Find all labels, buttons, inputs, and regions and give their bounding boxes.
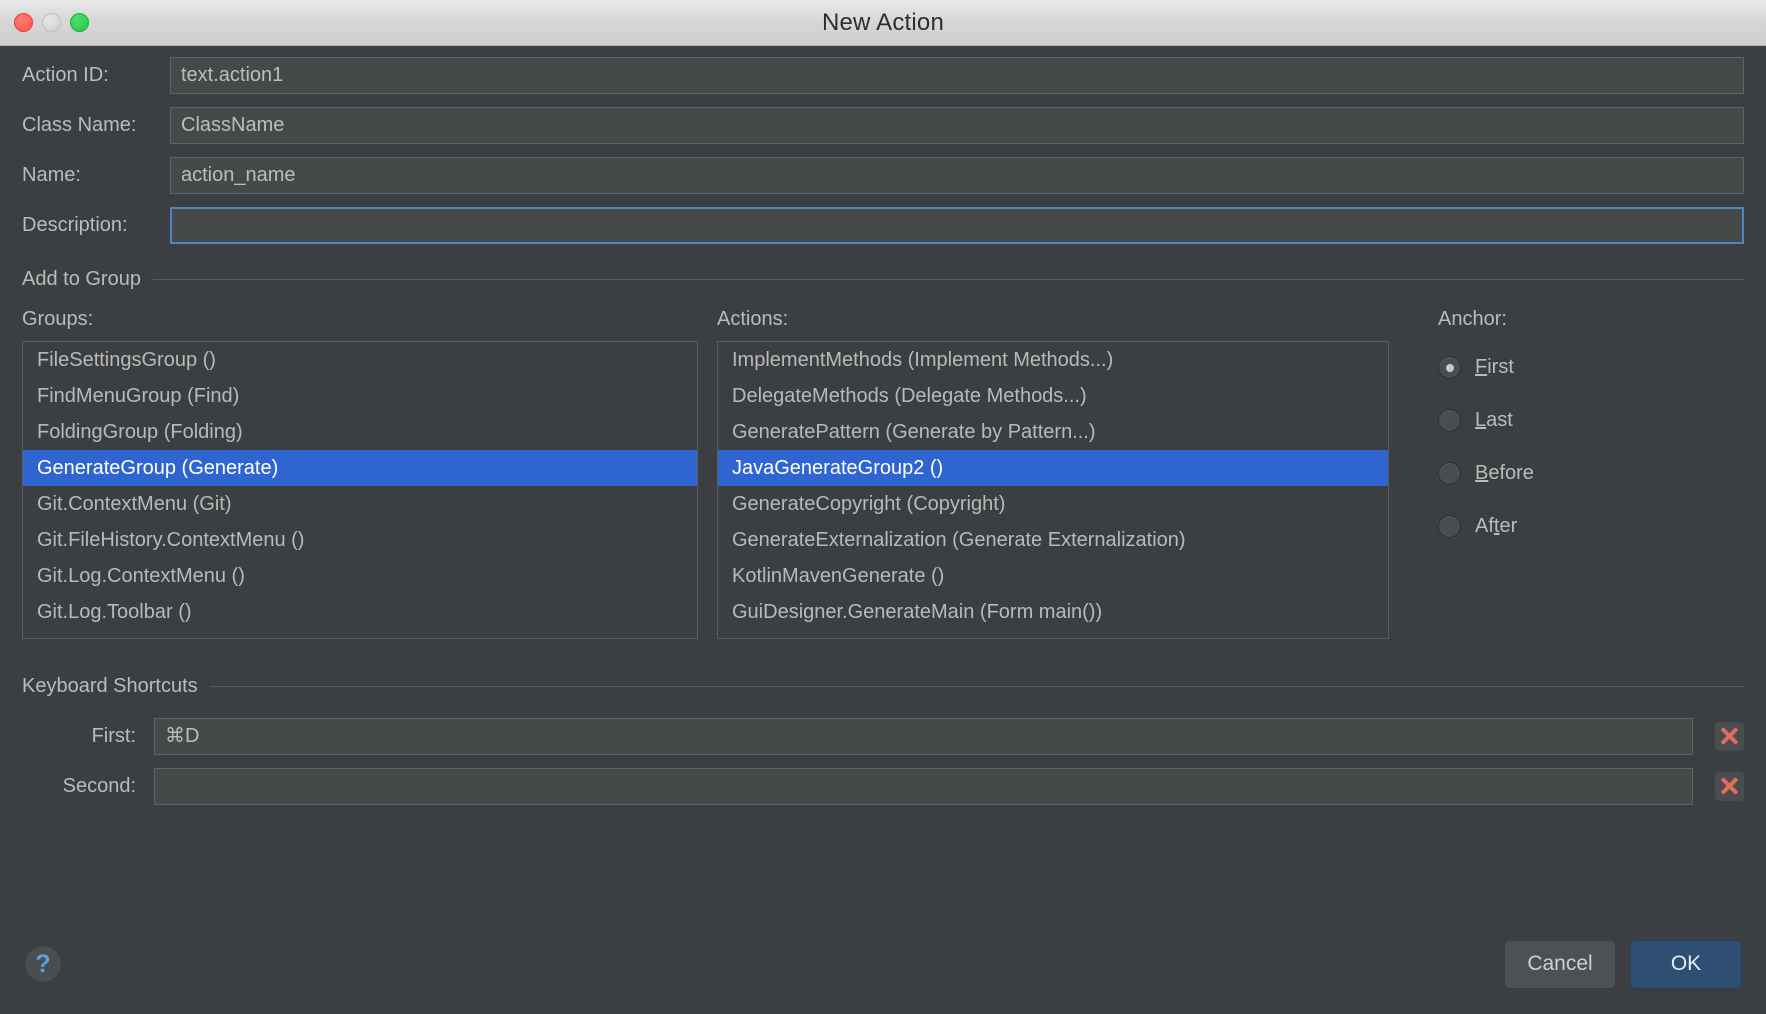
list-item[interactable]: ImplementMethods (Implement Methods...) [718,342,1388,378]
close-x-icon[interactable] [1715,722,1744,751]
shortcut-second-label: Second: [22,775,154,798]
shortcut-row-first: First: ⌘D [22,716,1744,756]
new-action-dialog: New Action Action ID: text.action1 Class… [0,0,1766,1014]
radio-icon-first[interactable] [1438,356,1461,379]
list-item[interactable]: FoldingGroup (Folding) [23,414,697,450]
dialog-body: Action ID: text.action1 Class Name: Clas… [0,55,1766,806]
groups-listbox[interactable]: FileSettingsGroup () FindMenuGroup (Find… [22,341,698,639]
anchor-column: Anchor: First Last Before After [1408,308,1744,639]
section-divider [210,686,1744,687]
description-label: Description: [22,214,170,237]
section-divider [153,279,1744,280]
cancel-button[interactable]: Cancel [1504,940,1616,989]
close-x-icon[interactable] [1715,772,1744,801]
list-item[interactable]: Git.ContextMenu (Git) [23,486,697,522]
list-item[interactable]: GuiDesigner.GenerateMain (Form main()) [718,594,1388,630]
shortcut-first-label: First: [22,725,154,748]
description-input[interactable] [170,207,1744,244]
list-item[interactable]: Git.Log.ContextMenu () [23,558,697,594]
radio-label-last: Last [1475,409,1513,432]
keyboard-shortcuts-title: Keyboard Shortcuts [22,675,198,698]
list-item[interactable]: GenerateExternalization (Generate Extern… [718,522,1388,558]
radio-label-first: First [1475,356,1514,379]
name-input[interactable]: action_name [170,157,1744,194]
keyboard-shortcuts-section-header: Keyboard Shortcuts [22,675,1744,698]
actions-listbox[interactable]: ImplementMethods (Implement Methods...) … [717,341,1389,639]
radio-anchor-before[interactable]: Before [1438,447,1744,500]
shortcut-second-input[interactable] [154,768,1693,805]
actions-label: Actions: [717,308,1389,331]
list-item[interactable]: Git.Log.Toolbar () [23,594,697,630]
list-item[interactable]: DelegateMethods (Delegate Methods...) [718,378,1388,414]
shortcut-row-second: Second: [22,766,1744,806]
list-item[interactable]: KotlinMavenGenerate () [718,558,1388,594]
class-name-label: Class Name: [22,114,170,137]
radio-anchor-last[interactable]: Last [1438,394,1744,447]
group-action-anchor-row: Groups: FileSettingsGroup () FindMenuGro… [22,308,1744,639]
list-item[interactable]: FileSettingsGroup () [23,342,697,378]
action-id-label: Action ID: [22,64,170,87]
class-name-input[interactable]: ClassName [170,107,1744,144]
radio-icon-last[interactable] [1438,409,1461,432]
list-item-selected[interactable]: GenerateGroup (Generate) [23,450,697,486]
question-mark-icon[interactable]: ? [24,945,62,983]
list-item[interactable]: GeneratePattern (Generate by Pattern...) [718,414,1388,450]
add-to-group-section-header: Add to Group [22,268,1744,291]
window-title: New Action [0,9,1766,37]
list-item[interactable]: FindMenuGroup (Find) [23,378,697,414]
radio-anchor-first[interactable]: First [1438,341,1744,394]
shortcut-first-input[interactable]: ⌘D [154,718,1693,755]
action-id-input[interactable]: text.action1 [170,57,1744,94]
field-row-description: Description: [22,205,1744,246]
field-row-action-id: Action ID: text.action1 [22,55,1744,96]
ok-button[interactable]: OK [1630,940,1742,989]
anchor-label: Anchor: [1438,308,1744,331]
radio-label-before: Before [1475,462,1534,485]
groups-label: Groups: [22,308,698,331]
name-label: Name: [22,164,170,187]
radio-icon-before[interactable] [1438,462,1461,485]
list-item[interactable]: GenerateCopyright (Copyright) [718,486,1388,522]
field-row-name: Name: action_name [22,155,1744,196]
radio-label-after: After [1475,515,1517,538]
actions-column: Actions: ImplementMethods (Implement Met… [717,308,1389,639]
radio-icon-after[interactable] [1438,515,1461,538]
groups-column: Groups: FileSettingsGroup () FindMenuGro… [22,308,698,639]
window-titlebar: New Action [0,0,1766,46]
list-item[interactable]: Git.FileHistory.ContextMenu () [23,522,697,558]
add-to-group-title: Add to Group [22,268,141,291]
list-item-selected[interactable]: JavaGenerateGroup2 () [718,450,1388,486]
dialog-footer: ? Cancel OK [0,914,1766,1014]
field-row-class-name: Class Name: ClassName [22,105,1744,146]
radio-anchor-after[interactable]: After [1438,500,1744,553]
